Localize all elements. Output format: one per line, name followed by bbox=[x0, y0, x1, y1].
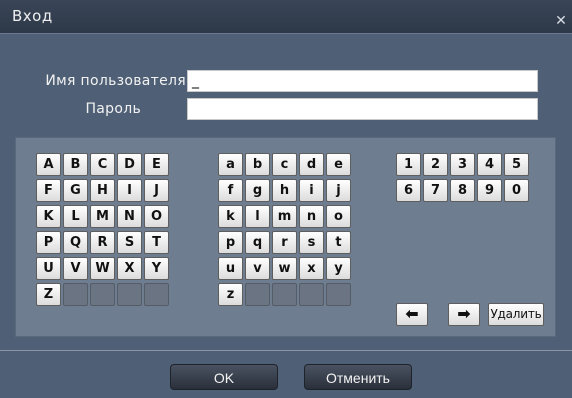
letter-lower-key[interactable]: q bbox=[245, 231, 270, 254]
letter-lower-key[interactable]: p bbox=[218, 231, 243, 254]
footer-divider bbox=[0, 350, 572, 351]
letter-upper-key[interactable]: V bbox=[63, 257, 88, 280]
blank-key bbox=[299, 283, 324, 306]
blank-key bbox=[117, 283, 142, 306]
blank-key bbox=[326, 283, 351, 306]
letter-upper-key[interactable]: B bbox=[63, 153, 88, 176]
letter-upper-key[interactable]: Q bbox=[63, 231, 88, 254]
letter-lower-key[interactable]: c bbox=[272, 153, 297, 176]
onscreen-keyboard: ABCDE FGHIJ KLMNO PQRST UVWXY Z abcde fghij klm… bbox=[15, 137, 556, 337]
letter-lower-key[interactable]: e bbox=[326, 153, 351, 176]
password-label: Пароль bbox=[85, 101, 141, 117]
ok-button[interactable]: OK bbox=[170, 364, 278, 390]
digit-key[interactable]: 0 bbox=[504, 179, 529, 202]
blank-key bbox=[63, 283, 88, 306]
letter-lower-key[interactable]: j bbox=[326, 179, 351, 202]
letter-lower-key[interactable]: w bbox=[272, 257, 297, 280]
letter-upper-key[interactable]: L bbox=[63, 205, 88, 228]
login-dialog: Вход ✕ Имя пользователя _ Пароль ABCDE FG… bbox=[0, 0, 572, 398]
letter-upper-key[interactable]: U bbox=[36, 257, 61, 280]
letter-lower-key[interactable]: a bbox=[218, 153, 243, 176]
password-field[interactable] bbox=[187, 98, 538, 120]
letter-lower-key[interactable]: b bbox=[245, 153, 270, 176]
arrow-left-icon: ⬅ bbox=[405, 304, 419, 323]
letter-lower-key[interactable]: r bbox=[272, 231, 297, 254]
letter-lower-key[interactable]: l bbox=[245, 205, 270, 228]
letter-lower-key[interactable]: g bbox=[245, 179, 270, 202]
digit-key[interactable]: 7 bbox=[423, 179, 448, 202]
blank-key bbox=[90, 283, 115, 306]
letter-upper-key[interactable]: O bbox=[144, 205, 169, 228]
letter-upper-key[interactable]: P bbox=[36, 231, 61, 254]
close-icon[interactable]: ✕ bbox=[554, 14, 568, 28]
letter-upper-key[interactable]: E bbox=[144, 153, 169, 176]
letter-lower-key[interactable]: x bbox=[299, 257, 324, 280]
letter-lower-key[interactable]: d bbox=[299, 153, 324, 176]
cursor-left-key[interactable]: ⬅ bbox=[396, 303, 428, 326]
letter-lower-key[interactable]: y bbox=[326, 257, 351, 280]
blank-key bbox=[272, 283, 297, 306]
letter-upper-key[interactable]: R bbox=[90, 231, 115, 254]
letter-lower-key[interactable]: u bbox=[218, 257, 243, 280]
letter-upper-key[interactable]: C bbox=[90, 153, 115, 176]
letter-upper-key[interactable]: K bbox=[36, 205, 61, 228]
digit-key[interactable]: 4 bbox=[477, 153, 502, 176]
letter-upper-key[interactable]: J bbox=[144, 179, 169, 202]
digit-key[interactable]: 1 bbox=[396, 153, 421, 176]
delete-key[interactable]: Удалить bbox=[488, 303, 544, 326]
letter-upper-key[interactable]: S bbox=[117, 231, 142, 254]
letter-upper-key[interactable]: Y bbox=[144, 257, 169, 280]
letter-upper-key[interactable]: I bbox=[117, 179, 142, 202]
letter-lower-key[interactable]: s bbox=[299, 231, 324, 254]
digit-key[interactable]: 6 bbox=[396, 179, 421, 202]
digit-key[interactable]: 5 bbox=[504, 153, 529, 176]
dialog-title: Вход bbox=[12, 7, 53, 25]
digit-key[interactable]: 8 bbox=[450, 179, 475, 202]
letter-lower-key[interactable]: f bbox=[218, 179, 243, 202]
blank-key bbox=[245, 283, 270, 306]
cursor-right-key[interactable]: ➡ bbox=[448, 303, 480, 326]
letter-upper-key[interactable]: G bbox=[63, 179, 88, 202]
username-field[interactable]: _ bbox=[187, 70, 538, 92]
letter-lower-key[interactable]: t bbox=[326, 231, 351, 254]
letter-upper-key[interactable]: A bbox=[36, 153, 61, 176]
letter-upper-key[interactable]: H bbox=[90, 179, 115, 202]
digit-key[interactable]: 3 bbox=[450, 153, 475, 176]
username-label: Имя пользователя bbox=[45, 73, 186, 89]
digit-key[interactable]: 2 bbox=[423, 153, 448, 176]
arrow-right-icon: ➡ bbox=[457, 304, 471, 323]
letter-lower-key[interactable]: n bbox=[299, 205, 324, 228]
letter-lower-key[interactable]: i bbox=[299, 179, 324, 202]
letter-upper-key[interactable]: Z bbox=[36, 283, 61, 306]
letter-upper-key[interactable]: T bbox=[144, 231, 169, 254]
letter-lower-key[interactable]: z bbox=[218, 283, 243, 306]
letter-upper-key[interactable]: X bbox=[117, 257, 142, 280]
title-bar: Вход ✕ bbox=[0, 0, 572, 34]
letter-upper-key[interactable]: N bbox=[117, 205, 142, 228]
letter-lower-key[interactable]: o bbox=[326, 205, 351, 228]
blank-key bbox=[144, 283, 169, 306]
letter-lower-key[interactable]: m bbox=[272, 205, 297, 228]
letter-lower-key[interactable]: v bbox=[245, 257, 270, 280]
digit-key[interactable]: 9 bbox=[477, 179, 502, 202]
letter-upper-key[interactable]: F bbox=[36, 179, 61, 202]
letter-lower-key[interactable]: k bbox=[218, 205, 243, 228]
letter-upper-key[interactable]: D bbox=[117, 153, 142, 176]
letter-upper-key[interactable]: M bbox=[90, 205, 115, 228]
letter-upper-key[interactable]: W bbox=[90, 257, 115, 280]
cancel-button[interactable]: Отменить bbox=[304, 364, 412, 390]
letter-lower-key[interactable]: h bbox=[272, 179, 297, 202]
